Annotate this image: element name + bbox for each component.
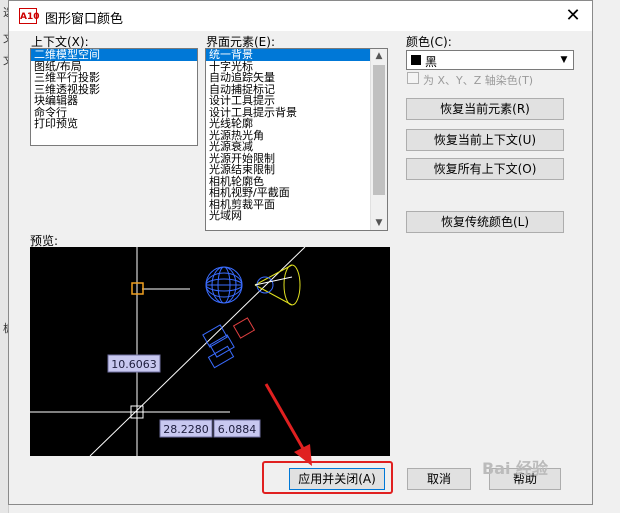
dialog-title: 图形窗口颜色 [45, 12, 124, 27]
color-select[interactable]: 黑 ▼ [406, 50, 574, 70]
list-item[interactable]: 统一背景 [206, 49, 387, 61]
interface-elements-listbox[interactable]: 统一背景 十字光标 自动追踪矢量 自动捕捉标记 设计工具提示 设计工具提示背景 … [205, 48, 388, 231]
context-listbox[interactable]: 二维模型空间 图纸/布局 三维平行投影 三维透视投影 块编辑器 命令行 打印预览 [30, 48, 198, 146]
scroll-down-icon[interactable]: ▼ [371, 216, 387, 230]
list-item[interactable]: 相机视野/平截面 [206, 187, 387, 199]
tint-xyz-checkbox[interactable] [407, 72, 419, 84]
scroll-up-icon[interactable]: ▲ [371, 49, 387, 63]
list-item[interactable]: 光线轮廓 [206, 118, 387, 130]
cancel-button[interactable]: 取消 [407, 468, 471, 490]
color-swatch [411, 55, 421, 65]
list-item[interactable]: 光源结束限制 [206, 164, 387, 176]
camera-frustum [232, 317, 256, 339]
list-item[interactable]: 自动追踪矢量 [206, 72, 387, 84]
close-icon[interactable]: ✕ [560, 4, 586, 28]
restore-classic-colors-button[interactable]: 恢复传统颜色(L) [406, 211, 564, 233]
list-item[interactable]: 块编辑器 [31, 95, 197, 107]
scroll-thumb[interactable] [373, 65, 385, 195]
list-item[interactable]: 光源衰减 [206, 141, 387, 153]
spotlight-cone [254, 264, 301, 306]
preview-drawing: 10.6063 28.2280 6.0884 [30, 246, 306, 457]
tint-xyz-label: 为 X、Y、Z 轴染色(T) [423, 74, 534, 87]
preview-canvas: 10.6063 28.2280 6.0884 [30, 246, 390, 457]
vertical-scrollbar[interactable]: ▲ ▼ [370, 49, 387, 230]
autocad-app-icon: A10 [19, 8, 40, 24]
restore-current-element-button[interactable]: 恢复当前元素(R) [406, 98, 564, 120]
dimension-value-1: 10.6063 [111, 358, 157, 371]
color-label: 颜色(C): [406, 35, 452, 49]
list-item[interactable]: 二维模型空间 [31, 49, 197, 61]
restore-current-context-button[interactable]: 恢复当前上下文(U) [406, 129, 564, 151]
list-item[interactable]: 设计工具提示 [206, 95, 387, 107]
color-select-value: 黑 [425, 55, 438, 69]
chevron-down-icon[interactable]: ▼ [555, 51, 573, 69]
watermark: Bai 经验 [482, 459, 549, 478]
annotation-arrow [264, 383, 312, 466]
list-item[interactable]: 打印预览 [31, 118, 197, 130]
title-bar: A10 图形窗口颜色 ✕ [9, 1, 592, 31]
list-item[interactable]: 光域网 [206, 210, 387, 222]
wireframe-sphere [205, 266, 243, 304]
dimension-value-2: 28.2280 [163, 423, 209, 436]
restore-all-contexts-button[interactable]: 恢复所有上下文(O) [406, 158, 564, 180]
list-item[interactable]: 三维平行投影 [31, 72, 197, 84]
